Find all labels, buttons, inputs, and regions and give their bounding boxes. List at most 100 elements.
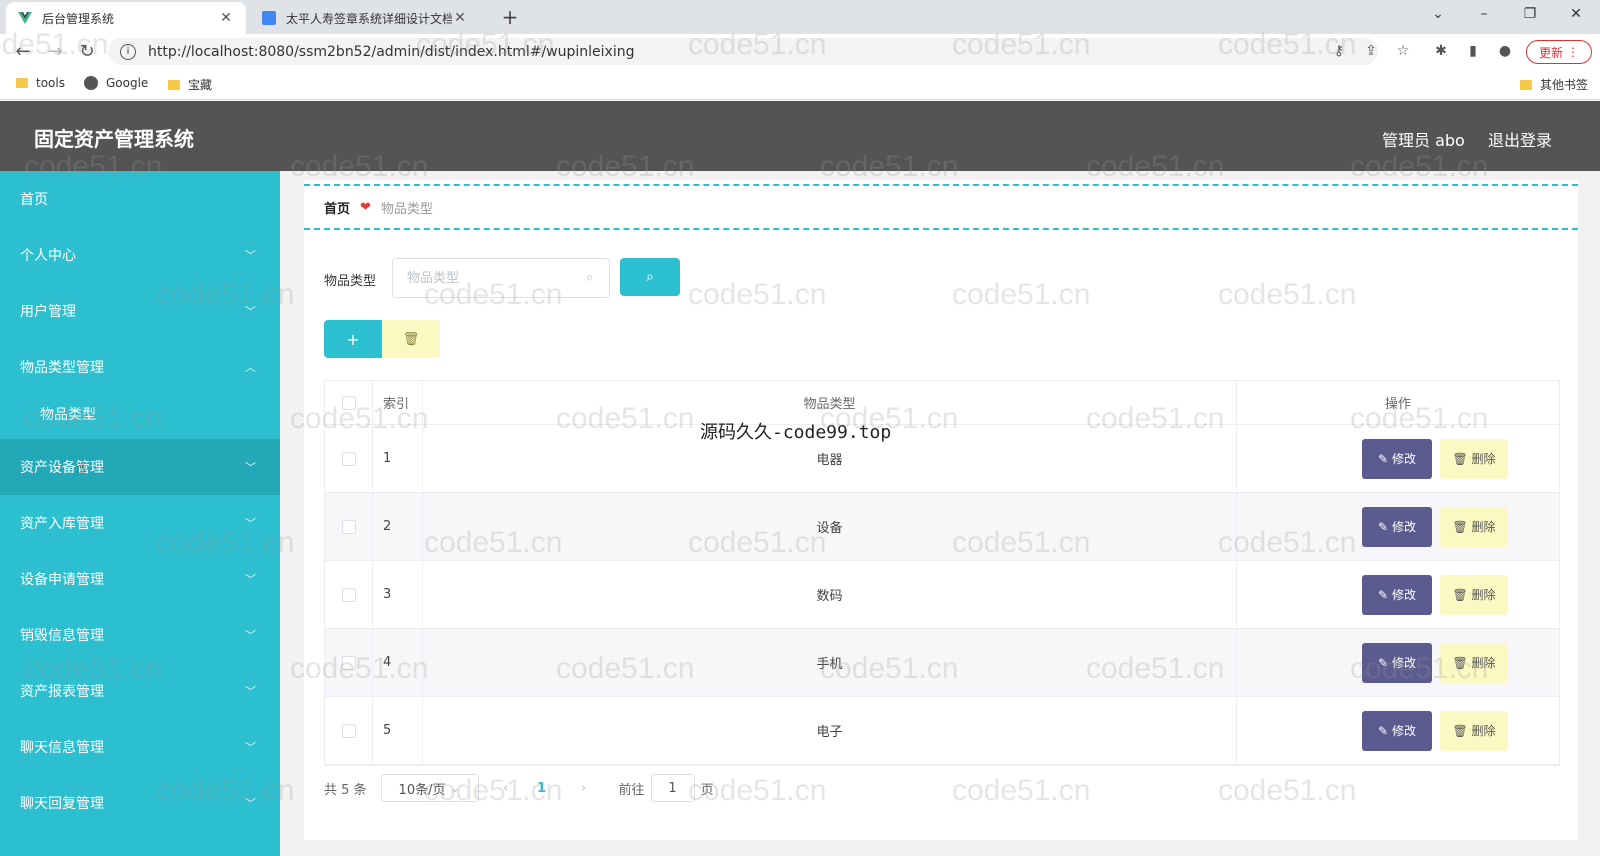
bookmark-label: 宝藏 (188, 78, 213, 92)
table-row: 5 电子 ✎ 修改 🗑 删除 (325, 697, 1559, 765)
sidebar-item-personal-center[interactable]: 个人中心 ﹀ (0, 227, 280, 283)
page-size-select[interactable]: 10条/页 ⌄ (380, 774, 479, 802)
breadcrumb-home[interactable]: 首页 (324, 198, 350, 217)
key-icon[interactable]: ⚷ (1330, 43, 1348, 61)
page-number[interactable]: 1 (527, 781, 557, 796)
sidebar-item-item-type[interactable]: 物品类型 (0, 389, 280, 439)
edit-icon: ✎ (1378, 587, 1389, 602)
share-icon[interactable]: ⇪ (1362, 43, 1380, 61)
sidebar-item-label: 用户管理 (20, 304, 76, 320)
table-row: 4 手机 ✎ 修改 🗑 删除 (325, 629, 1559, 697)
logout-link[interactable]: 退出登录 (1488, 127, 1552, 151)
sidebar-item-label: 物品类型 (40, 407, 96, 423)
delete-label: 删除 (1471, 656, 1496, 670)
folder-icon (168, 79, 180, 90)
delete-button[interactable]: 🗑 删除 (1440, 506, 1508, 547)
search-icon: ⌕ (586, 270, 594, 285)
delete-button[interactable]: 🗑 删除 (1440, 438, 1508, 479)
chevron-down-icon: ﹀ (245, 685, 256, 698)
bookmark-treasure[interactable]: 宝藏 (168, 76, 212, 93)
sidebar-item-item-type-management[interactable]: 物品类型管理 ︿ (0, 339, 280, 395)
sidebar-item-destruction-info[interactable]: 销毁信息管理 ﹀ (0, 607, 280, 663)
edit-button[interactable]: ✎ 修改 (1362, 574, 1432, 615)
tab-admin[interactable]: 后台管理系统 ✕ (6, 2, 246, 34)
row-checkbox[interactable] (341, 655, 356, 670)
row-checkbox[interactable] (341, 451, 356, 466)
edit-button[interactable]: ✎ 修改 (1362, 710, 1432, 751)
back-icon[interactable]: ← (12, 41, 34, 62)
edit-icon: ✎ (1378, 723, 1389, 738)
edit-label: 修改 (1391, 724, 1416, 738)
next-page-icon[interactable]: › (569, 781, 599, 796)
hand-cursor-icon: ☝ (76, 458, 86, 477)
select-all-checkbox[interactable] (341, 395, 356, 410)
globe-icon (84, 76, 98, 90)
tab-doc[interactable]: 太平人寿签章系统详细设计文档 ✕ (250, 2, 480, 34)
new-tab-icon[interactable]: + (498, 5, 522, 29)
delete-button[interactable]: 🗑 删除 (1440, 642, 1508, 683)
update-button[interactable]: 更新 ⋮ (1526, 40, 1592, 64)
star-icon[interactable]: ☆ (1394, 43, 1412, 61)
restore-icon[interactable]: ❐ (1520, 6, 1540, 22)
forward-icon[interactable]: → (44, 41, 66, 62)
sidebar: 首页 个人中心 ﹀ 用户管理 ﹀ 物品类型管理 ︿ 物品类型 资产设备管理 ﹀ 资产入库… (0, 171, 280, 856)
row-ops: ✎ 修改 🗑 删除 (1237, 629, 1559, 696)
sidebar-item-equipment-request[interactable]: 设备申请管理 ﹀ (0, 551, 280, 607)
bookmark-tools[interactable]: tools (16, 76, 65, 90)
row-checkbox[interactable] (341, 519, 356, 534)
add-button[interactable]: + (324, 320, 382, 358)
edit-button[interactable]: ✎ 修改 (1362, 438, 1432, 479)
prev-page-icon[interactable]: ‹ (491, 781, 521, 796)
address-bar: ← → ↻ i http://localhost:8080/ssm2bn52/a… (0, 34, 1600, 68)
row-check-cell (325, 629, 373, 696)
search-button[interactable]: ⌕ (620, 258, 680, 296)
minimize-icon[interactable]: – (1474, 6, 1494, 22)
delete-label: 删除 (1471, 588, 1496, 602)
sidebar-item-asset-storage[interactable]: 资产入库管理 ﹀ (0, 495, 280, 551)
chevron-down-icon: ﹀ (245, 517, 256, 530)
trash-icon: 🗑 (1452, 451, 1468, 466)
goto-page-input[interactable]: 1 (650, 774, 695, 802)
bookmark-other[interactable]: 其他书签 (1520, 76, 1588, 93)
tab-title: 后台管理系统 (42, 11, 115, 26)
site-info-icon[interactable]: i (120, 43, 136, 60)
delete-button[interactable]: 🗑 删除 (1440, 710, 1508, 751)
edit-label: 修改 (1391, 452, 1416, 466)
chevron-down-icon: ﹀ (245, 797, 256, 810)
row-index: 1 (373, 425, 423, 492)
bookmark-google[interactable]: Google (84, 76, 148, 90)
delete-button[interactable]: 🗑 删除 (1440, 574, 1508, 615)
row-check-cell (325, 425, 373, 492)
close-tab-icon[interactable]: ✕ (218, 10, 234, 26)
bookmark-label: tools (36, 76, 65, 90)
sidebar-item-label: 物品类型管理 (20, 360, 104, 376)
tab-list-icon[interactable]: ⌄ (1428, 6, 1448, 22)
sidebar-item-chat-reply[interactable]: 聊天回复管理 ﹀ (0, 775, 280, 831)
batch-delete-button[interactable]: 🗑 (382, 320, 440, 358)
row-checkbox[interactable] (341, 723, 356, 738)
sidebar-item-home[interactable]: 首页 (0, 171, 280, 227)
app-title: 固定资产管理系统 (34, 127, 194, 151)
search-input[interactable] (392, 258, 610, 298)
close-tab-icon[interactable]: ✕ (452, 10, 468, 26)
row-checkbox[interactable] (341, 587, 356, 602)
sidebar-item-label: 销毁信息管理 (20, 628, 104, 644)
edit-button[interactable]: ✎ 修改 (1362, 642, 1432, 683)
sidebar-item-label: 资产入库管理 (20, 516, 104, 532)
sidebar-item-asset-equipment[interactable]: 资产设备管理 ﹀ (0, 439, 280, 495)
row-ops: ✎ 修改 🗑 删除 (1237, 561, 1559, 628)
profile-icon[interactable]: ● (1496, 43, 1514, 61)
sidebar-item-asset-report[interactable]: 资产报表管理 ﹀ (0, 663, 280, 719)
goto-label: 前往 (618, 782, 645, 798)
sidebar-item-chat-info[interactable]: 聊天信息管理 ﹀ (0, 719, 280, 775)
sidebar-item-label: 资产报表管理 (20, 684, 104, 700)
close-window-icon[interactable]: ✕ (1566, 6, 1586, 22)
edit-button[interactable]: ✎ 修改 (1362, 506, 1432, 547)
extensions-icon[interactable]: ✱ (1432, 43, 1450, 61)
url-field[interactable]: i http://localhost:8080/ssm2bn52/admin/d… (108, 38, 1378, 65)
chevron-down-icon: ﹀ (245, 573, 256, 586)
sidebar-toggle-icon[interactable]: ▮ (1464, 43, 1482, 61)
reload-icon[interactable]: ↻ (76, 41, 98, 62)
sidebar-item-user-management[interactable]: 用户管理 ﹀ (0, 283, 280, 339)
app-header: 固定资产管理系统 管理员 abo 退出登录 (0, 101, 1600, 171)
